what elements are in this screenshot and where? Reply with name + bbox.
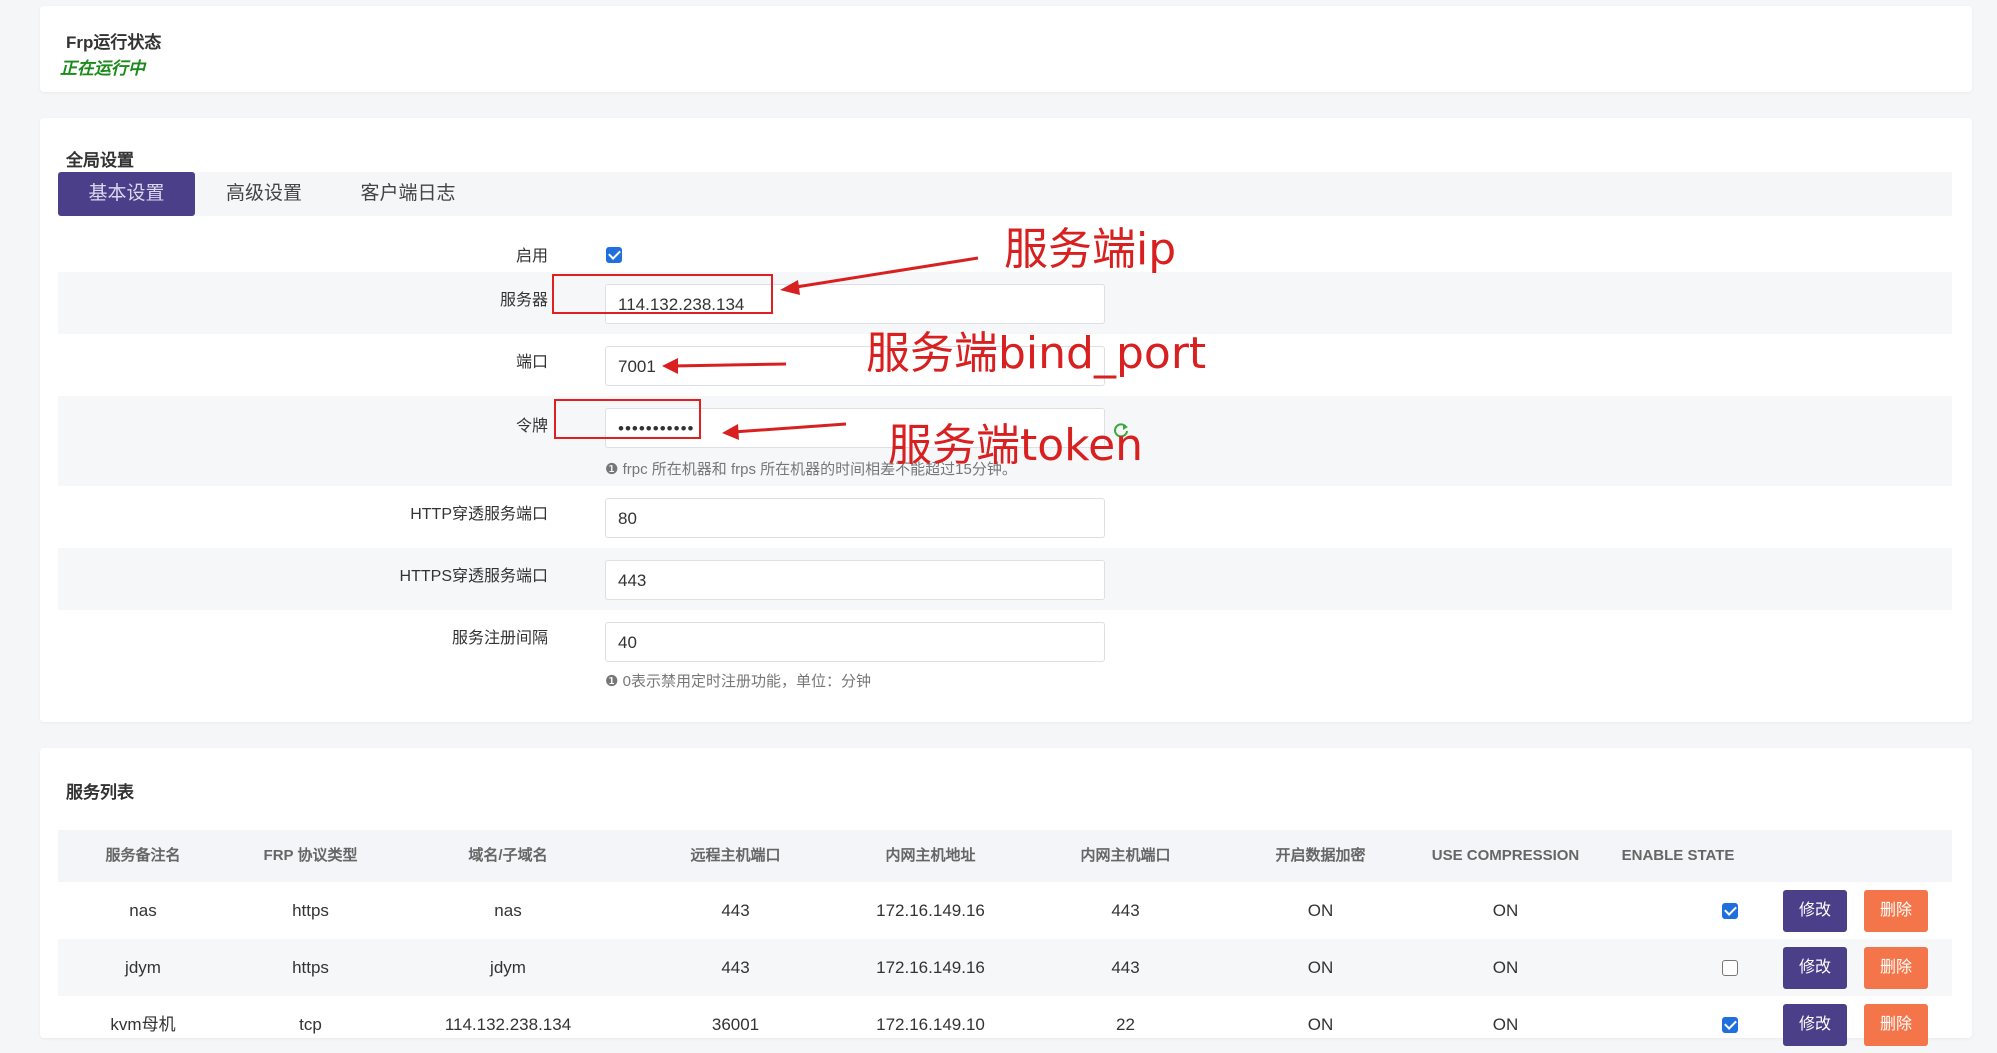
annotation-server-ip: 服务端ip [1004, 224, 1177, 275]
annotation-bind-port: 服务端bind_port [866, 328, 1207, 379]
arrow-server-ip [789, 256, 979, 290]
arrow-token [732, 422, 847, 434]
annotation-token: 服务端token [888, 420, 1144, 471]
arrow-bind-port [671, 362, 787, 368]
annotation-arrows [662, 256, 979, 440]
